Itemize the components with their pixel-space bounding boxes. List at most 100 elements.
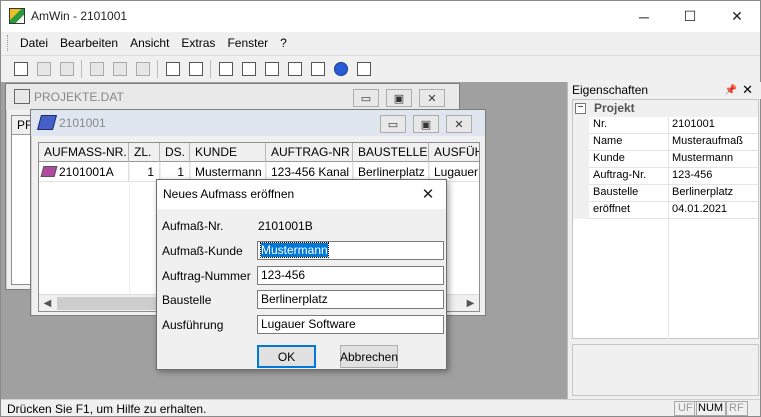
status-indicator-num: NUM bbox=[694, 401, 728, 416]
print-preview-icon[interactable] bbox=[184, 58, 207, 80]
property-row[interactable]: eröffnet 04.01.2021 bbox=[573, 202, 758, 219]
properties-title: Eigenschaften 📌 ✕ bbox=[568, 82, 761, 99]
property-row[interactable]: Auftrag-Nr. 123-456 bbox=[573, 168, 758, 185]
paste-icon[interactable] bbox=[131, 58, 154, 80]
table-cell-aufmass-nr: 2101001A bbox=[39, 162, 129, 182]
toolbar bbox=[1, 55, 760, 81]
collapse-toggle-icon[interactable]: − bbox=[575, 103, 586, 114]
dialog-close-button[interactable]: ✕ bbox=[418, 184, 438, 204]
status-bar: Drücken Sie F1, um Hilfe zu erhalten. UF… bbox=[1, 399, 760, 416]
aufmass-icon bbox=[36, 115, 58, 130]
column-header-aufmass-nr[interactable]: AUFMASS-NR. bbox=[39, 143, 129, 162]
toolbar-separator bbox=[157, 59, 158, 78]
aufmass-kunde-input[interactable]: Mustermann bbox=[257, 241, 444, 260]
new-file-icon[interactable] bbox=[9, 58, 32, 80]
save-icon[interactable] bbox=[55, 58, 78, 80]
copy-icon[interactable] bbox=[108, 58, 131, 80]
property-row[interactable]: Baustelle Berlinerplatz bbox=[573, 185, 758, 202]
dialog-title-bar: Neues Aufmass eröffnen ✕ bbox=[157, 180, 446, 209]
property-row[interactable]: Kunde Mustermann bbox=[573, 151, 758, 168]
auftrag-nummer-label: Auftrag-Nummer bbox=[162, 269, 251, 283]
menu-grip bbox=[7, 35, 10, 51]
tree-view-icon[interactable] bbox=[237, 58, 260, 80]
projekte-title-bar: PROJEKTE.DAT ▭ ▣ ✕ bbox=[6, 84, 459, 110]
new-aufmass-dialog[interactable]: Neues Aufmass eröffnen ✕ Aufmaß-Nr. 2101… bbox=[156, 179, 447, 370]
menu-datei[interactable]: Datei bbox=[14, 33, 54, 53]
selected-text: Mustermann bbox=[260, 242, 329, 258]
aufmass-nr-value: 2101001B bbox=[258, 219, 313, 233]
menu-help[interactable]: ? bbox=[274, 33, 293, 53]
properties-close-icon[interactable]: ✕ bbox=[742, 82, 753, 98]
cell-text: 2101001A bbox=[59, 165, 114, 179]
column-header-baustelle[interactable]: BAUSTELLE bbox=[353, 143, 429, 162]
property-category[interactable]: − Projekt bbox=[573, 100, 758, 117]
close-button[interactable]: ✕ bbox=[714, 1, 760, 32]
cancel-button[interactable]: Abbrechen bbox=[340, 345, 398, 368]
aufmass-grid-header: AUFMASS-NR. ZL. DS. KUNDE AUFTRAG-NR BAU… bbox=[39, 143, 479, 162]
menu-fenster[interactable]: Fenster bbox=[221, 33, 274, 53]
baustelle-input[interactable]: Berlinerplatz bbox=[257, 290, 444, 309]
property-key: Kunde bbox=[593, 152, 625, 164]
app-icon[interactable] bbox=[9, 8, 25, 24]
status-indicator-rf: RF bbox=[725, 401, 748, 416]
scroll-left-arrow[interactable]: ◀ bbox=[39, 295, 56, 311]
grid-line bbox=[129, 162, 130, 311]
property-value: 123-456 bbox=[672, 169, 713, 181]
projekte-close-button[interactable]: ✕ bbox=[419, 89, 445, 107]
ausfuehrung-label: Ausführung bbox=[162, 318, 224, 332]
ok-button[interactable]: OK bbox=[257, 345, 316, 368]
column-header-ausfuehrung[interactable]: AUSFÜH bbox=[429, 143, 479, 162]
context-help-icon[interactable] bbox=[352, 58, 375, 80]
aufmass-title-bar: 2101001 ▭ ▣ ✕ bbox=[31, 110, 485, 136]
help-icon[interactable] bbox=[329, 58, 352, 80]
cut-icon[interactable] bbox=[85, 58, 108, 80]
aufmass-row-icon bbox=[40, 166, 58, 177]
menu-bearbeiten[interactable]: Bearbeiten bbox=[54, 33, 124, 53]
window-title: AmWin - 2101001 bbox=[31, 9, 128, 23]
app-window: AmWin - 2101001 ─ ☐ ✕ Datei Bearbeiten A… bbox=[0, 0, 761, 417]
properties-pane: Eigenschaften 📌 ✕ − Projekt Nr. 2101001 N… bbox=[567, 82, 761, 399]
document-icon bbox=[14, 89, 30, 104]
property-value: 2101001 bbox=[672, 118, 715, 130]
property-value: Berlinerplatz bbox=[672, 186, 734, 198]
minimize-button[interactable]: ─ bbox=[621, 1, 667, 32]
aufmass-maximize-button[interactable]: ▣ bbox=[413, 115, 439, 133]
column-header-zl[interactable]: ZL. bbox=[129, 143, 160, 162]
menu-ansicht[interactable]: Ansicht bbox=[124, 33, 175, 53]
scroll-right-arrow[interactable]: ▶ bbox=[462, 295, 479, 311]
maximize-button[interactable]: ☐ bbox=[667, 1, 713, 32]
menu-extras[interactable]: Extras bbox=[175, 33, 221, 53]
open-folder-icon[interactable] bbox=[32, 58, 55, 80]
aufmass-minimize-button[interactable]: ▭ bbox=[380, 115, 406, 133]
sort-icon[interactable] bbox=[214, 58, 237, 80]
projekte-minimize-button[interactable]: ▭ bbox=[353, 89, 379, 107]
property-value: 04.01.2021 bbox=[672, 203, 728, 215]
column-header-kunde[interactable]: KUNDE bbox=[190, 143, 266, 162]
auftrag-nummer-input[interactable]: 123-456 bbox=[257, 266, 444, 285]
property-grid[interactable]: − Projekt Nr. 2101001 Name Musteraufmaß Ku… bbox=[572, 99, 759, 339]
ausfuehrung-input[interactable]: Lugauer Software bbox=[257, 315, 444, 334]
baustelle-label: Baustelle bbox=[162, 293, 212, 307]
toolbar-separator bbox=[81, 59, 82, 78]
table-view-icon[interactable] bbox=[306, 58, 329, 80]
aufmass-close-button[interactable]: ✕ bbox=[446, 115, 472, 133]
property-key: Nr. bbox=[593, 118, 608, 130]
property-key: Baustelle bbox=[593, 186, 639, 198]
aufmass-title: 2101001 bbox=[59, 116, 106, 130]
dialog-title: Neues Aufmass eröffnen bbox=[163, 187, 295, 201]
property-key: Auftrag-Nr. bbox=[593, 169, 647, 181]
category-name: Projekt bbox=[594, 101, 635, 115]
list-view-icon[interactable] bbox=[260, 58, 283, 80]
column-header-ds[interactable]: DS. bbox=[160, 143, 190, 162]
details-view-icon[interactable] bbox=[283, 58, 306, 80]
property-row[interactable]: Nr. 2101001 bbox=[573, 117, 758, 134]
column-header-auftrag-nr[interactable]: AUFTRAG-NR bbox=[266, 143, 353, 162]
projekte-title: PROJEKTE.DAT bbox=[34, 90, 124, 104]
projekte-maximize-button[interactable]: ▣ bbox=[386, 89, 412, 107]
status-text: Drücken Sie F1, um Hilfe zu erhalten. bbox=[7, 402, 207, 416]
property-key: Name bbox=[593, 135, 623, 147]
property-row[interactable]: Name Musteraufmaß bbox=[573, 134, 758, 151]
print-icon[interactable] bbox=[161, 58, 184, 80]
property-value: Musteraufmaß bbox=[672, 135, 743, 147]
pin-icon[interactable]: 📌 bbox=[725, 83, 737, 99]
